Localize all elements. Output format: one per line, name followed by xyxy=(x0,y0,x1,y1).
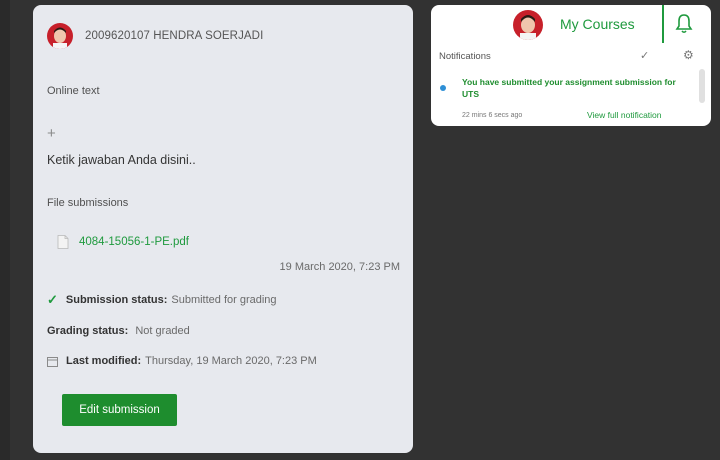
unread-dot xyxy=(440,85,446,91)
calendar-icon xyxy=(47,356,58,367)
submission-card: 2009620107 HENDRA SOERJADI Online text +… xyxy=(33,5,413,453)
last-modified-label: Last modified: xyxy=(66,355,142,367)
grading-status-label: Grading status: xyxy=(47,325,129,337)
mark-all-read-icon[interactable]: ✓ xyxy=(640,49,649,62)
view-full-notification-link[interactable]: View full notification xyxy=(587,110,662,120)
plus-icon[interactable]: + xyxy=(47,125,56,142)
navbar-avatar[interactable] xyxy=(513,10,543,40)
edit-submission-button[interactable]: Edit submission xyxy=(62,394,177,426)
file-link[interactable]: 4084-15056-1-PE.pdf xyxy=(79,236,189,248)
pdf-file-icon xyxy=(57,235,69,249)
user-row[interactable]: 2009620107 HENDRA SOERJADI xyxy=(47,23,263,49)
check-icon: ✓ xyxy=(47,292,58,307)
notification-time: 22 mins 6 secs ago xyxy=(462,112,523,119)
last-modified-row: Last modified: Thursday, 19 March 2020, … xyxy=(47,355,317,367)
submission-status-label: Submission status: xyxy=(65,294,168,306)
notifications-heading: Notifications xyxy=(439,51,491,62)
file-row[interactable]: 4084-15056-1-PE.pdf xyxy=(57,235,189,249)
last-modified-value: Thursday, 19 March 2020, 7:23 PM xyxy=(145,355,317,367)
online-text-label: Online text xyxy=(47,85,100,97)
submission-status-value: Submitted for grading xyxy=(171,294,277,306)
grading-status-value: Not graded xyxy=(135,325,190,337)
left-edge-strip xyxy=(0,0,10,460)
file-submissions-label: File submissions xyxy=(47,197,129,209)
file-date: 19 March 2020, 7:23 PM xyxy=(279,261,400,273)
user-avatar xyxy=(47,23,73,49)
scrollbar[interactable] xyxy=(699,69,705,103)
user-name[interactable]: 2009620107 HENDRA SOERJADI xyxy=(85,30,263,42)
bell-icon[interactable] xyxy=(674,13,694,35)
my-courses-link[interactable]: My Courses xyxy=(560,16,635,32)
answer-text: Ketik jawaban Anda disini.. xyxy=(47,153,196,167)
notification-message[interactable]: You have submitted your assignment submi… xyxy=(462,76,677,100)
navbar-divider xyxy=(662,5,664,43)
notifications-panel: My Courses Notifications ✓ ⚙ You have su… xyxy=(431,5,711,126)
grading-status-row: Grading status: Not graded xyxy=(47,325,190,337)
navbar: My Courses xyxy=(431,5,711,45)
submission-status-row: ✓ Submission status: Submitted for gradi… xyxy=(47,292,277,308)
gear-icon[interactable]: ⚙ xyxy=(683,48,694,62)
